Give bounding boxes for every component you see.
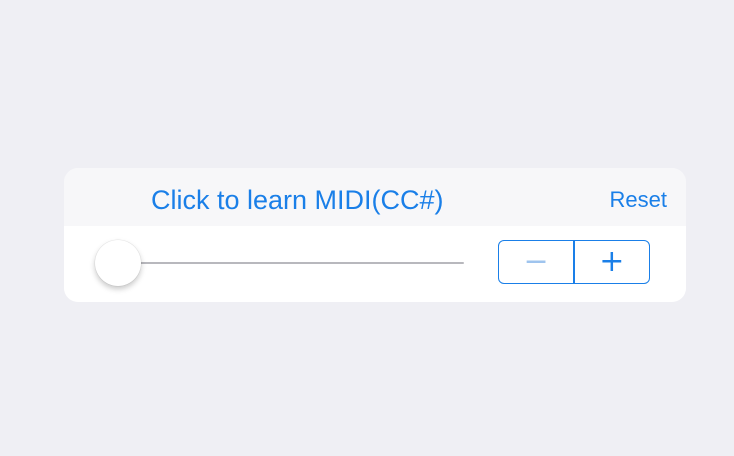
reset-button[interactable]: Reset [610, 184, 667, 216]
midi-control-panel: Click to learn MIDI(CC#) Reset − + [64, 168, 686, 302]
panel-header: Click to learn MIDI(CC#) Reset [64, 168, 686, 226]
minus-icon: − [523, 244, 549, 279]
plus-icon: + [599, 244, 625, 279]
slider-track [118, 262, 464, 264]
learn-midi-button[interactable]: Click to learn MIDI(CC#) [151, 183, 444, 217]
increment-button[interactable]: + [575, 241, 649, 283]
decrement-button[interactable]: − [499, 241, 573, 283]
control-row: − + [64, 226, 686, 302]
value-stepper: − + [498, 240, 650, 284]
slider-thumb[interactable] [95, 240, 141, 286]
value-slider[interactable] [95, 240, 464, 286]
